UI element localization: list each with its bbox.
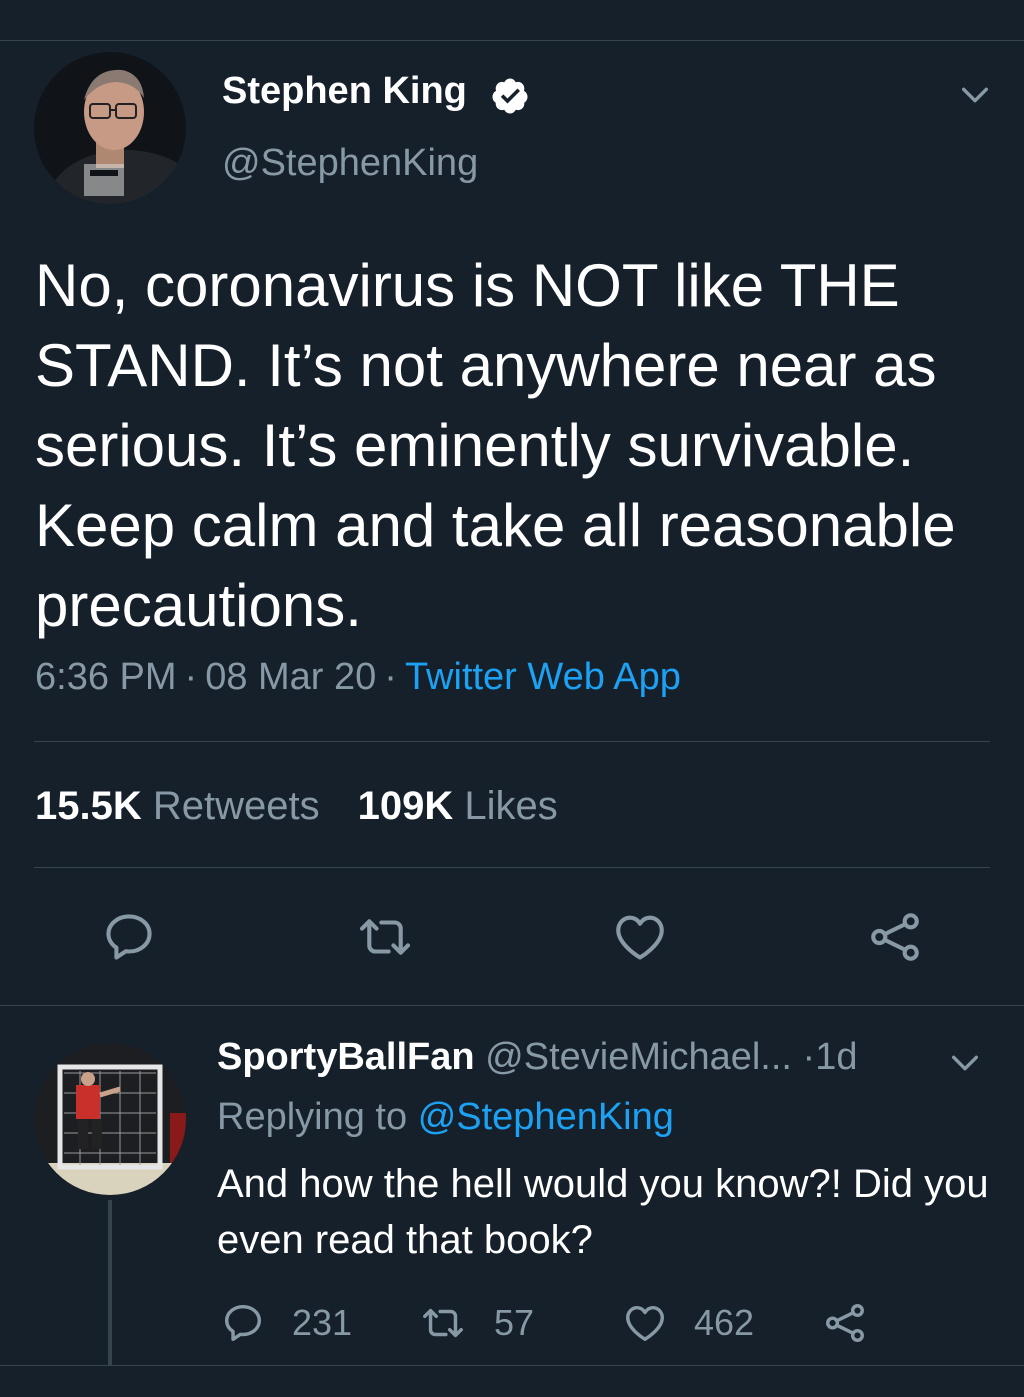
retweet-count: 57 — [494, 1302, 535, 1343]
divider — [34, 867, 990, 868]
author-avatar[interactable] — [34, 52, 186, 204]
likes-label: Likes — [464, 784, 558, 828]
divider — [34, 741, 990, 742]
verified-badge-icon — [492, 78, 528, 114]
author-name[interactable]: Stephen King — [222, 70, 467, 113]
tweet-text: No, coronavirus is NOT like THE STAND. I… — [35, 252, 956, 639]
meta-separator: · — [384, 656, 397, 698]
reply-icon[interactable] — [220, 1300, 266, 1346]
tweet-time: 6:36 PM — [35, 656, 177, 698]
reply-author-name[interactable]: SportyBallFan — [217, 1036, 475, 1078]
tweet-meta: 6:36 PM · 08 Mar 20 · Twitter Web App — [35, 656, 681, 699]
tweet-source-link[interactable]: Twitter Web App — [405, 656, 681, 698]
chevron-down-icon[interactable] — [948, 1046, 982, 1080]
thread-line — [108, 1200, 112, 1365]
share-icon[interactable] — [822, 1300, 868, 1346]
chevron-down-icon[interactable] — [958, 78, 992, 112]
reply-icon[interactable] — [100, 908, 158, 966]
top-divider — [0, 40, 1024, 41]
reply-header: SportyBallFan @StevieMichael... ·1d — [217, 1036, 857, 1079]
like-icon[interactable] — [611, 908, 669, 966]
engagement-stats: 15.5K Retweets 109K Likes — [35, 784, 558, 829]
divider — [0, 1365, 1024, 1366]
replying-to-mention[interactable]: @StephenKing — [418, 1096, 674, 1138]
replying-prefix: Replying to — [217, 1096, 408, 1138]
share-icon[interactable] — [866, 908, 924, 966]
like-count: 462 — [694, 1302, 755, 1343]
tweet-date: 08 Mar 20 — [205, 656, 377, 698]
divider — [0, 1005, 1024, 1006]
reply-age[interactable]: 1d — [815, 1036, 857, 1078]
likes-count: 109K — [357, 784, 454, 828]
reply-text: And how the hell would you know?! Did yo… — [217, 1162, 989, 1262]
retweet-icon[interactable] — [356, 908, 414, 966]
reply-author-handle[interactable]: @StevieMichael... — [485, 1036, 792, 1078]
likes-stat[interactable]: 109K Likes — [358, 784, 558, 828]
reply-separator: · — [802, 1036, 816, 1078]
retweets-stat[interactable]: 15.5K Retweets — [35, 784, 320, 828]
reply-author-avatar[interactable] — [34, 1043, 186, 1195]
retweets-count: 15.5K — [35, 784, 142, 828]
meta-separator: · — [184, 656, 198, 698]
retweet-icon[interactable] — [420, 1300, 466, 1346]
like-icon[interactable] — [622, 1300, 668, 1346]
replying-to: Replying to @StephenKing — [217, 1096, 674, 1139]
retweets-label: Retweets — [152, 784, 320, 828]
author-handle[interactable]: @StephenKing — [222, 142, 478, 185]
reply-count: 231 — [292, 1302, 353, 1343]
